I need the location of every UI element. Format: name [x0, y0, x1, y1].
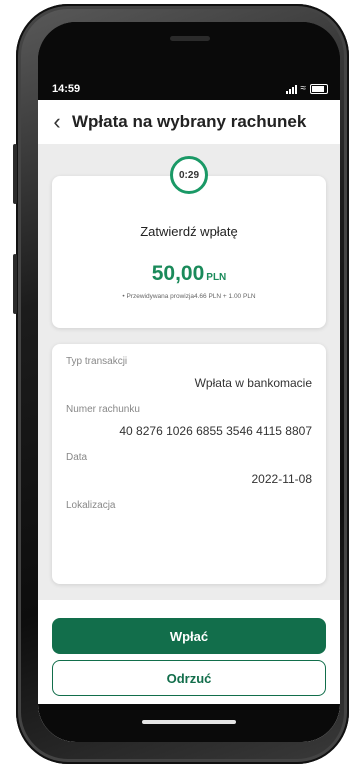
page-title: Wpłata na wybrany rachunek — [72, 112, 307, 131]
amount-value: 50,00 — [151, 262, 205, 285]
chevron-left-icon[interactable]: ‹ — [42, 109, 72, 135]
account-number-value: 40 8276 1026 6855 3546 4115 8807 — [119, 424, 312, 438]
speaker — [170, 36, 210, 41]
screen: 14:59 ≈ ‹ Wpłata na wybrany rachunek 0:2… — [38, 22, 340, 742]
countdown-timer: 0:29 — [170, 156, 208, 194]
details-card: Typ transakcji Wpłata w bankomacie Numer… — [52, 344, 326, 584]
amount-currency: PLN — [206, 272, 227, 283]
date-label: Data — [66, 452, 88, 463]
confirmation-card: 0:29 Zatwierdź wpłatę 50,00 PLN • Przewid… — [52, 156, 326, 328]
transaction-type-label: Typ transakcji — [66, 356, 128, 367]
power-button — [13, 254, 17, 314]
location-label: Lokalizacja — [66, 500, 116, 511]
status-time: 14:59 — [52, 83, 81, 95]
confirm-deposit-button[interactable]: Wpłać — [52, 618, 326, 654]
volume-button — [13, 144, 17, 204]
wifi-icon: ≈ — [300, 83, 307, 94]
status-bar: 14:59 ≈ — [38, 80, 340, 100]
reject-button[interactable]: Odrzuć — [52, 660, 326, 696]
signal-icon — [285, 84, 297, 94]
account-number-label: Numer rachunku — [66, 404, 140, 415]
header: ‹ Wpłata na wybrany rachunek — [38, 100, 340, 144]
battery-icon — [310, 84, 328, 94]
date-value: 2022-11-08 — [251, 472, 313, 486]
amount: 50,00 PLN — [52, 262, 326, 286]
navigation-bar — [38, 704, 340, 742]
phone-frame: 14:59 ≈ ‹ Wpłata na wybrany rachunek 0:2… — [13, 4, 349, 764]
confirm-title: Zatwierdź wpłatę — [140, 224, 238, 239]
status-icons: ≈ — [285, 83, 328, 94]
action-panel: Wpłać Odrzuć — [38, 600, 340, 742]
top-bezel — [38, 22, 340, 80]
home-indicator[interactable] — [142, 720, 236, 724]
transaction-type-value: Wpłata w bankomacie — [194, 376, 312, 390]
app-content: ‹ Wpłata na wybrany rachunek 0:29 Zatwie… — [38, 100, 340, 742]
commission-note: • Przewidywana prowizja4.66 PLN + 1.00 P… — [122, 293, 256, 300]
